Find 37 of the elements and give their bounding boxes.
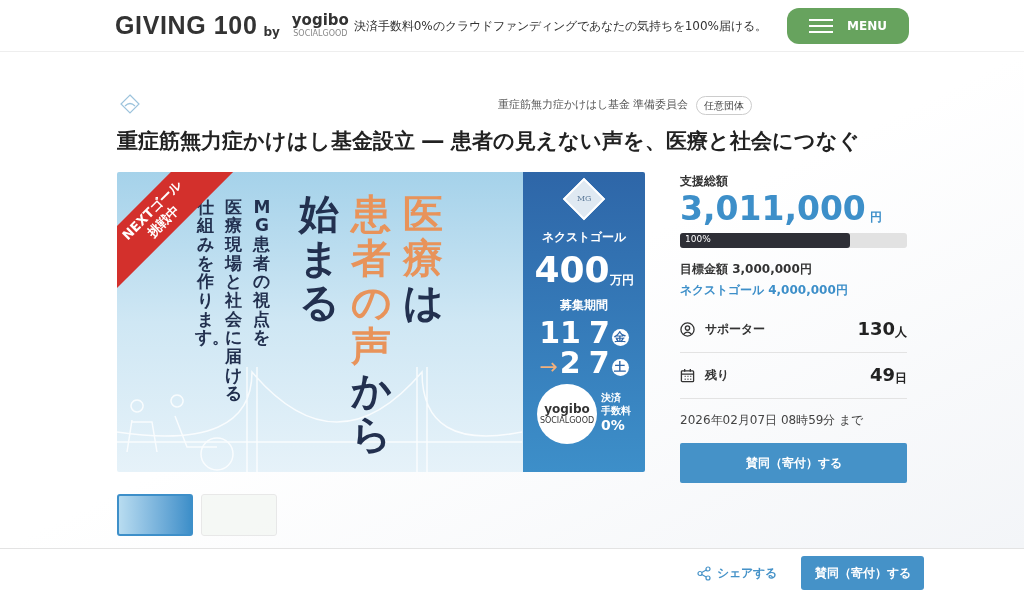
menu-button[interactable]: MENU [787,7,909,44]
fee-text: 決済 手数料 0% [601,392,631,435]
headline-text: 患者の声 [351,191,391,368]
total-amount: 3,011,000 円 [680,191,883,225]
headline-text: 医療 [403,191,443,280]
mg-logo-icon: MG [562,177,606,220]
share-link[interactable]: シェアする [697,564,777,582]
stat-label: 残り [705,367,729,384]
menu-icon [809,18,834,33]
headline-text: は [403,279,443,324]
next-goal-amount: ネクストゴール 4,000,000円 [680,281,849,299]
organizer-name[interactable]: 重症筋無力症かけはし基金 準備委員会 [497,96,688,114]
image-thumbnail[interactable] [117,493,193,536]
next-goal-label: ネクストゴール [542,228,626,246]
support-button[interactable]: 賛同（寄付）する [680,442,907,483]
tagline: 決済手数料0%のクラウドファンディングであなたの気持ちを100%届ける。 [353,17,767,35]
progress-fill: 100% [680,232,851,248]
user-icon [680,321,695,337]
period-date: →2 7 土 [539,347,629,378]
stat-value: 130人 [857,320,907,338]
share-icon [697,565,711,581]
headline-text: 始まる [299,191,339,324]
tagline-text: 医療現場と社会に届ける [223,197,244,404]
calendar-icon [680,367,695,383]
next-goal-amount: 400万円 [534,251,634,288]
headline-text: から [351,367,391,456]
deadline-text: 2026年02月07日 08時59分 まで [680,411,865,429]
project-title: 重症筋無力症かけはし基金設立 ― 患者の見えない声を、医療と社会につなぐ [117,128,861,155]
total-label: 支援総額 [680,172,729,190]
stat-value: 49日 [869,366,907,384]
period-label: 募集期間 [560,296,608,314]
tagline-text: MG患者の視点を [251,197,272,350]
stat-label: サポーター [705,321,765,338]
goal-amount: 目標金額 3,000,000円 [680,260,813,278]
yogibo-logo: yogibo SOCIALGOOD [537,383,597,444]
support-button[interactable]: 賛同（寄付）する [801,556,924,590]
period-date: 11 7 金 [539,317,629,348]
